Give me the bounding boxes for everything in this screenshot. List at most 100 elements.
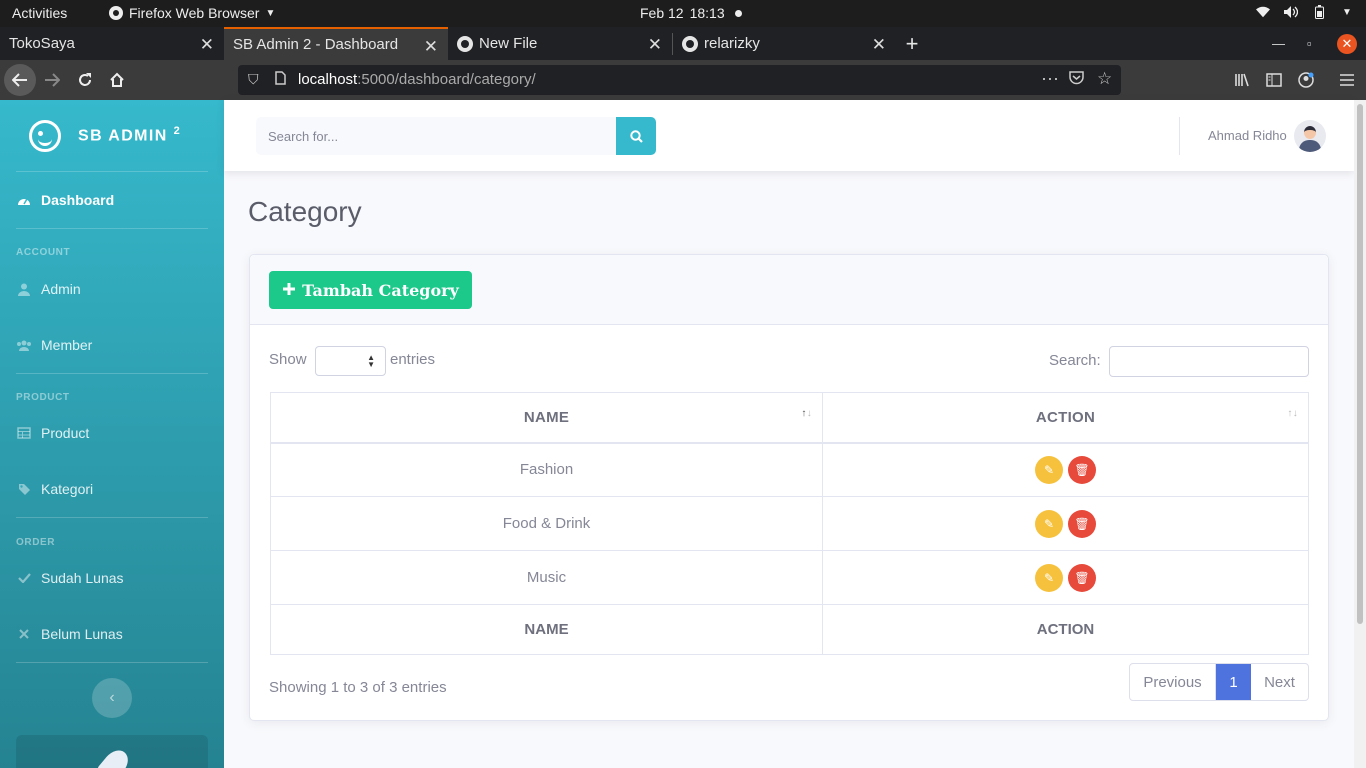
account-button[interactable] bbox=[1290, 64, 1322, 96]
close-icon[interactable]: ✕ bbox=[424, 37, 438, 57]
sidebar-divider bbox=[16, 171, 208, 172]
library-button[interactable] bbox=[1226, 64, 1258, 96]
scroll-thumb[interactable] bbox=[1357, 104, 1363, 624]
table-info: Showing 1 to 3 of 3 entries bbox=[269, 679, 447, 696]
add-category-button[interactable]: Tambah Category bbox=[269, 271, 472, 309]
brand-version: 2 bbox=[173, 125, 182, 137]
table-footer-row: NAME ACTION bbox=[270, 604, 1309, 655]
avatar[interactable] bbox=[1294, 120, 1326, 152]
table-row: Fashion ✎ 🗑 bbox=[270, 442, 1309, 497]
sidebar-item-kategori[interactable]: Kategori bbox=[16, 477, 208, 501]
app-menu[interactable]: Firefox Web Browser ▼ bbox=[109, 5, 275, 21]
sidebar-item-product[interactable]: Product bbox=[16, 421, 208, 445]
column-header-name[interactable]: NAME ↑↓ bbox=[270, 392, 823, 444]
laugh-wink-icon bbox=[29, 120, 61, 152]
user-name[interactable]: Ahmad Ridho bbox=[1208, 128, 1287, 143]
edit-button[interactable]: ✎ bbox=[1035, 563, 1063, 592]
sidebar-item-label: Kategori bbox=[41, 481, 94, 497]
bookmark-star-icon[interactable]: ☆ bbox=[1097, 69, 1112, 89]
pocket-icon[interactable] bbox=[1069, 71, 1084, 88]
tab-sb-admin[interactable]: SB Admin 2 - Dashboard ✕ bbox=[224, 27, 448, 60]
sidebar-item-member[interactable]: Member bbox=[16, 333, 208, 357]
column-header-label: ACTION bbox=[1035, 408, 1096, 426]
url-text: localhost:5000/dashboard/category/ bbox=[298, 71, 536, 88]
plus-icon bbox=[282, 281, 296, 300]
entries-select[interactable]: ▲ ▼ bbox=[315, 346, 386, 376]
column-header-action[interactable]: ACTION ↑↓ bbox=[822, 392, 1309, 444]
pagination: Previous 1 Next bbox=[1129, 663, 1309, 701]
tab-new-file[interactable]: New File ✕ bbox=[448, 27, 672, 60]
edit-button[interactable]: ✎ bbox=[1035, 509, 1063, 538]
card-header: Tambah Category bbox=[250, 255, 1328, 325]
volume-icon bbox=[1284, 5, 1298, 19]
select-arrows-icon: ▲ ▼ bbox=[367, 353, 375, 369]
page-scrollbar[interactable] bbox=[1354, 100, 1366, 768]
sidebar-toggle-button[interactable]: ‹ bbox=[92, 678, 132, 718]
user-icon bbox=[16, 283, 32, 296]
pagination-previous[interactable]: Previous bbox=[1130, 664, 1216, 700]
sidebar-item-dashboard[interactable]: Dashboard bbox=[16, 188, 208, 212]
delete-button[interactable]: 🗑 bbox=[1068, 563, 1096, 592]
delete-button[interactable]: 🗑 bbox=[1068, 455, 1096, 484]
delete-button[interactable]: 🗑 bbox=[1068, 509, 1096, 538]
search-button[interactable] bbox=[616, 117, 656, 155]
tab-relarizky[interactable]: relarizky ✕ bbox=[673, 27, 896, 60]
forward-button[interactable] bbox=[36, 64, 68, 96]
menu-button[interactable] bbox=[1331, 64, 1363, 96]
reload-button[interactable] bbox=[69, 64, 101, 96]
sidebar-brand[interactable]: SB ADMIN 2 bbox=[0, 100, 224, 170]
back-button[interactable] bbox=[4, 64, 36, 96]
minimize-button[interactable]: — bbox=[1272, 27, 1285, 60]
sidebar-item-label: Sudah Lunas bbox=[41, 570, 124, 586]
home-button[interactable] bbox=[101, 64, 133, 96]
address-bar[interactable]: ⛉ localhost:5000/dashboard/category/ ···… bbox=[238, 65, 1121, 95]
tachometer-icon bbox=[16, 194, 32, 206]
avatar-body bbox=[1299, 140, 1321, 152]
github-icon bbox=[682, 35, 698, 52]
edit-icon: ✎ bbox=[1043, 516, 1055, 531]
sidebar: SB ADMIN 2 Dashboard ACCOUNT Admin Membe… bbox=[0, 100, 224, 768]
sidebar-promo-card bbox=[16, 735, 208, 768]
url-path: :5000/dashboard/category/ bbox=[357, 71, 536, 88]
pagination-page-1[interactable]: 1 bbox=[1216, 664, 1251, 700]
page-title: Category bbox=[248, 196, 362, 227]
brand-text: SB ADMIN 2 bbox=[78, 125, 181, 145]
trash-icon: 🗑 bbox=[1074, 462, 1090, 477]
add-category-label: Tambah Category bbox=[302, 280, 459, 300]
github-icon bbox=[457, 35, 473, 52]
table-search-input[interactable] bbox=[1109, 346, 1309, 377]
sidebar-item-label: Belum Lunas bbox=[41, 626, 123, 642]
caret-down-icon: ▼ bbox=[265, 7, 276, 19]
action-cell: ✎ 🗑 bbox=[822, 442, 1309, 497]
tab-title: relarizky bbox=[704, 35, 760, 52]
edit-button[interactable]: ✎ bbox=[1035, 455, 1063, 484]
browser-tab-strip: TokoSaya ✕ SB Admin 2 - Dashboard ✕ New … bbox=[0, 27, 1366, 60]
sidebar-item-belum-lunas[interactable]: Belum Lunas bbox=[16, 622, 208, 646]
check-icon bbox=[16, 573, 32, 583]
window-close-button[interactable]: ✕ bbox=[1337, 27, 1357, 60]
more-actions-icon[interactable]: ··· bbox=[1041, 68, 1059, 89]
close-icon[interactable]: ✕ bbox=[872, 35, 886, 55]
tab-tokosaya[interactable]: TokoSaya ✕ bbox=[0, 27, 224, 60]
rocket-icon bbox=[96, 745, 134, 768]
topbar: Search for... Ahmad Ridho bbox=[224, 100, 1354, 171]
power-menu-caret-icon: ▼ bbox=[1342, 6, 1352, 18]
pagination-next[interactable]: Next bbox=[1251, 664, 1308, 700]
new-tab-button[interactable]: + bbox=[896, 27, 928, 60]
trash-icon: 🗑 bbox=[1074, 570, 1090, 585]
clock[interactable]: Feb 12 18:13 bbox=[640, 5, 742, 21]
close-icon[interactable]: ✕ bbox=[200, 35, 214, 55]
maximize-button[interactable]: ▫ bbox=[1307, 27, 1312, 60]
activities-button[interactable]: Activities bbox=[12, 5, 67, 21]
sidebar-heading-product: PRODUCT bbox=[16, 392, 70, 403]
category-name: Music bbox=[270, 550, 823, 605]
clock-date: Feb 12 bbox=[640, 5, 684, 21]
system-tray[interactable]: ▼ bbox=[1256, 5, 1354, 19]
sidebar-item-admin[interactable]: Admin bbox=[16, 277, 208, 301]
shield-icon[interactable]: ⛉ bbox=[248, 71, 259, 88]
sidebar-item-sudah-lunas[interactable]: Sudah Lunas bbox=[16, 566, 208, 590]
column-header-label: NAME bbox=[523, 408, 570, 426]
sidebar-toggle-button[interactable] bbox=[1258, 64, 1290, 96]
search-input[interactable]: Search for... bbox=[256, 117, 616, 155]
close-icon[interactable]: ✕ bbox=[648, 35, 662, 55]
